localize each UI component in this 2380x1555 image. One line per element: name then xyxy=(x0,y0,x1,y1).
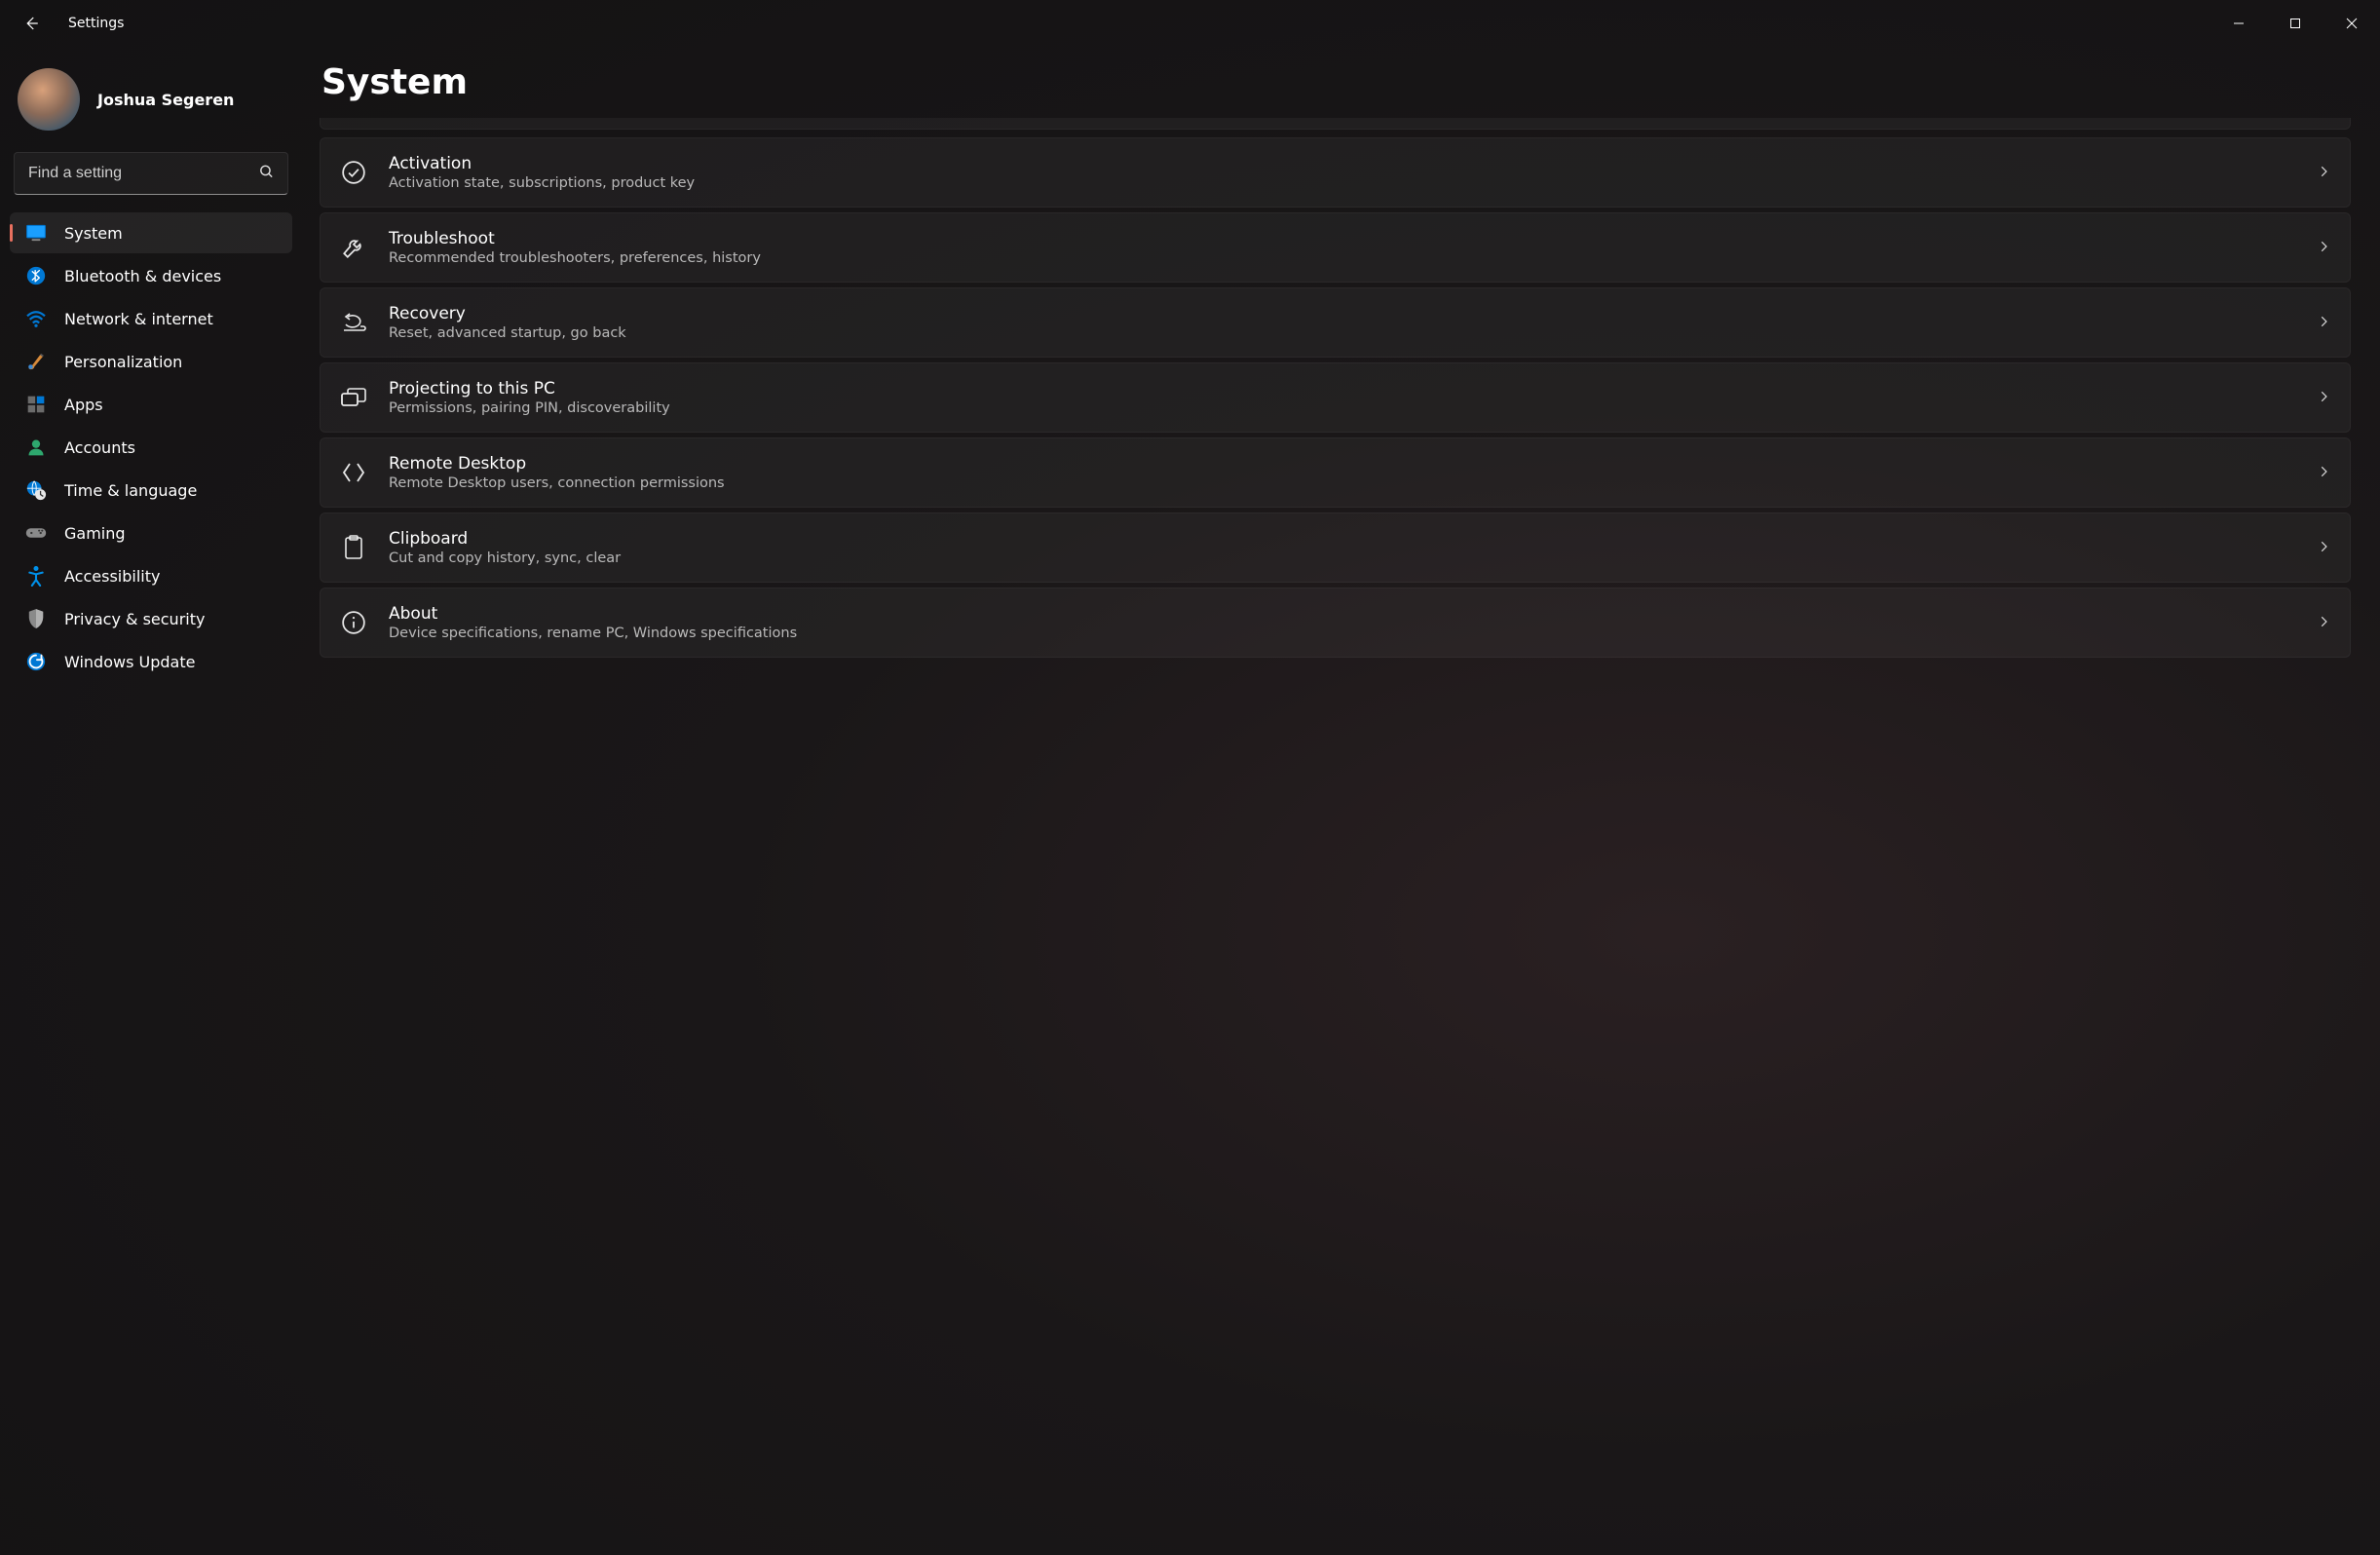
sidebar-item-label: Bluetooth & devices xyxy=(64,267,221,285)
card-text: Activation Activation state, subscriptio… xyxy=(389,154,2295,191)
avatar xyxy=(18,68,80,131)
card-text: Recovery Reset, advanced startup, go bac… xyxy=(389,304,2295,341)
sidebar-item-update[interactable]: Windows Update xyxy=(10,641,292,682)
chevron-right-icon xyxy=(2317,389,2330,407)
card-desc: Device specifications, rename PC, Window… xyxy=(389,626,2295,641)
back-button[interactable] xyxy=(12,4,51,43)
sidebar-item-label: Accounts xyxy=(64,438,135,457)
maximize-icon xyxy=(2289,18,2301,29)
card-title: About xyxy=(389,604,2295,624)
sidebar-item-personalization[interactable]: Personalization xyxy=(10,341,292,382)
sidebar-item-system[interactable]: System xyxy=(10,212,292,253)
system-icon xyxy=(25,222,47,244)
page-title: System xyxy=(321,62,2357,102)
card-text: Projecting to this PC Permissions, pairi… xyxy=(389,379,2295,416)
clipboard-icon xyxy=(340,534,367,561)
info-icon xyxy=(340,609,367,636)
paintbrush-icon xyxy=(25,351,47,372)
card-title: Activation xyxy=(389,154,2295,173)
sidebar-item-network[interactable]: Network & internet xyxy=(10,298,292,339)
checkmark-circle-icon xyxy=(340,159,367,186)
search-wrap xyxy=(14,152,288,195)
card-desc: Reset, advanced startup, go back xyxy=(389,325,2295,341)
card-desc: Recommended troubleshooters, preferences… xyxy=(389,250,2295,266)
search-input[interactable] xyxy=(14,152,288,195)
user-name: Joshua Segeren xyxy=(97,91,234,109)
settings-list[interactable]: Activation Activation state, subscriptio… xyxy=(320,118,2357,1555)
card-title: Recovery xyxy=(389,304,2295,323)
window-title: Settings xyxy=(68,16,124,31)
sidebar-item-bluetooth[interactable]: Bluetooth & devices xyxy=(10,255,292,296)
chevron-right-icon xyxy=(2317,464,2330,482)
user-card[interactable]: Joshua Segeren xyxy=(10,58,292,152)
sidebar-item-gaming[interactable]: Gaming xyxy=(10,512,292,553)
window-controls xyxy=(2210,4,2380,43)
sidebar-item-label: Time & language xyxy=(64,481,197,500)
sidebar: Joshua Segeren System xyxy=(0,47,302,1555)
main: System Activation Activation state, subs… xyxy=(302,47,2380,1555)
back-arrow-icon xyxy=(22,15,40,32)
sidebar-item-apps[interactable]: Apps xyxy=(10,384,292,425)
sidebar-item-accounts[interactable]: Accounts xyxy=(10,427,292,468)
card-recovery[interactable]: Recovery Reset, advanced startup, go bac… xyxy=(320,287,2351,358)
projecting-icon xyxy=(340,384,367,411)
recovery-icon xyxy=(340,309,367,336)
card-remote[interactable]: Remote Desktop Remote Desktop users, con… xyxy=(320,437,2351,508)
sidebar-item-label: System xyxy=(64,224,123,243)
wifi-icon xyxy=(25,308,47,329)
sidebar-item-label: Personalization xyxy=(64,353,182,371)
previous-card-peek xyxy=(320,118,2351,130)
card-desc: Remote Desktop users, connection permiss… xyxy=(389,475,2295,491)
wrench-icon xyxy=(340,234,367,261)
card-about[interactable]: About Device specifications, rename PC, … xyxy=(320,588,2351,658)
chevron-right-icon xyxy=(2317,164,2330,182)
sidebar-item-accessibility[interactable]: Accessibility xyxy=(10,555,292,596)
sidebar-item-label: Network & internet xyxy=(64,310,213,328)
update-icon xyxy=(25,651,47,672)
card-title: Projecting to this PC xyxy=(389,379,2295,398)
card-desc: Permissions, pairing PIN, discoverabilit… xyxy=(389,400,2295,416)
person-icon xyxy=(25,436,47,458)
chevron-right-icon xyxy=(2317,239,2330,257)
sidebar-item-time[interactable]: Time & language xyxy=(10,470,292,511)
minimize-button[interactable] xyxy=(2210,4,2267,43)
sidebar-item-label: Privacy & security xyxy=(64,610,205,628)
card-title: Troubleshoot xyxy=(389,229,2295,248)
card-troubleshoot[interactable]: Troubleshoot Recommended troubleshooters… xyxy=(320,212,2351,283)
sidebar-item-privacy[interactable]: Privacy & security xyxy=(10,598,292,639)
settings-window: Settings Joshua Segeren xyxy=(0,0,2380,1555)
gamepad-icon xyxy=(25,522,47,544)
card-text: Troubleshoot Recommended troubleshooters… xyxy=(389,229,2295,266)
card-projecting[interactable]: Projecting to this PC Permissions, pairi… xyxy=(320,362,2351,433)
maximize-button[interactable] xyxy=(2267,4,2323,43)
chevron-right-icon xyxy=(2317,539,2330,557)
chevron-right-icon xyxy=(2317,314,2330,332)
sidebar-item-label: Accessibility xyxy=(64,567,160,586)
sidebar-item-label: Gaming xyxy=(64,524,126,543)
card-text: About Device specifications, rename PC, … xyxy=(389,604,2295,641)
card-desc: Cut and copy history, sync, clear xyxy=(389,550,2295,566)
accessibility-icon xyxy=(25,565,47,587)
card-title: Remote Desktop xyxy=(389,454,2295,474)
card-text: Clipboard Cut and copy history, sync, cl… xyxy=(389,529,2295,566)
sidebar-item-label: Windows Update xyxy=(64,653,195,671)
card-desc: Activation state, subscriptions, product… xyxy=(389,175,2295,191)
bluetooth-icon xyxy=(25,265,47,286)
apps-icon xyxy=(25,394,47,415)
remote-desktop-icon xyxy=(340,459,367,486)
close-icon xyxy=(2346,18,2358,29)
nav: System Bluetooth & devices Network & int… xyxy=(10,212,292,682)
globe-clock-icon xyxy=(25,479,47,501)
sidebar-item-label: Apps xyxy=(64,396,103,414)
shield-icon xyxy=(25,608,47,629)
card-clipboard[interactable]: Clipboard Cut and copy history, sync, cl… xyxy=(320,512,2351,583)
titlebar: Settings xyxy=(0,0,2380,47)
close-button[interactable] xyxy=(2323,4,2380,43)
card-activation[interactable]: Activation Activation state, subscriptio… xyxy=(320,137,2351,208)
chevron-right-icon xyxy=(2317,614,2330,632)
minimize-icon xyxy=(2233,18,2245,29)
body: Joshua Segeren System xyxy=(0,47,2380,1555)
card-title: Clipboard xyxy=(389,529,2295,549)
card-text: Remote Desktop Remote Desktop users, con… xyxy=(389,454,2295,491)
